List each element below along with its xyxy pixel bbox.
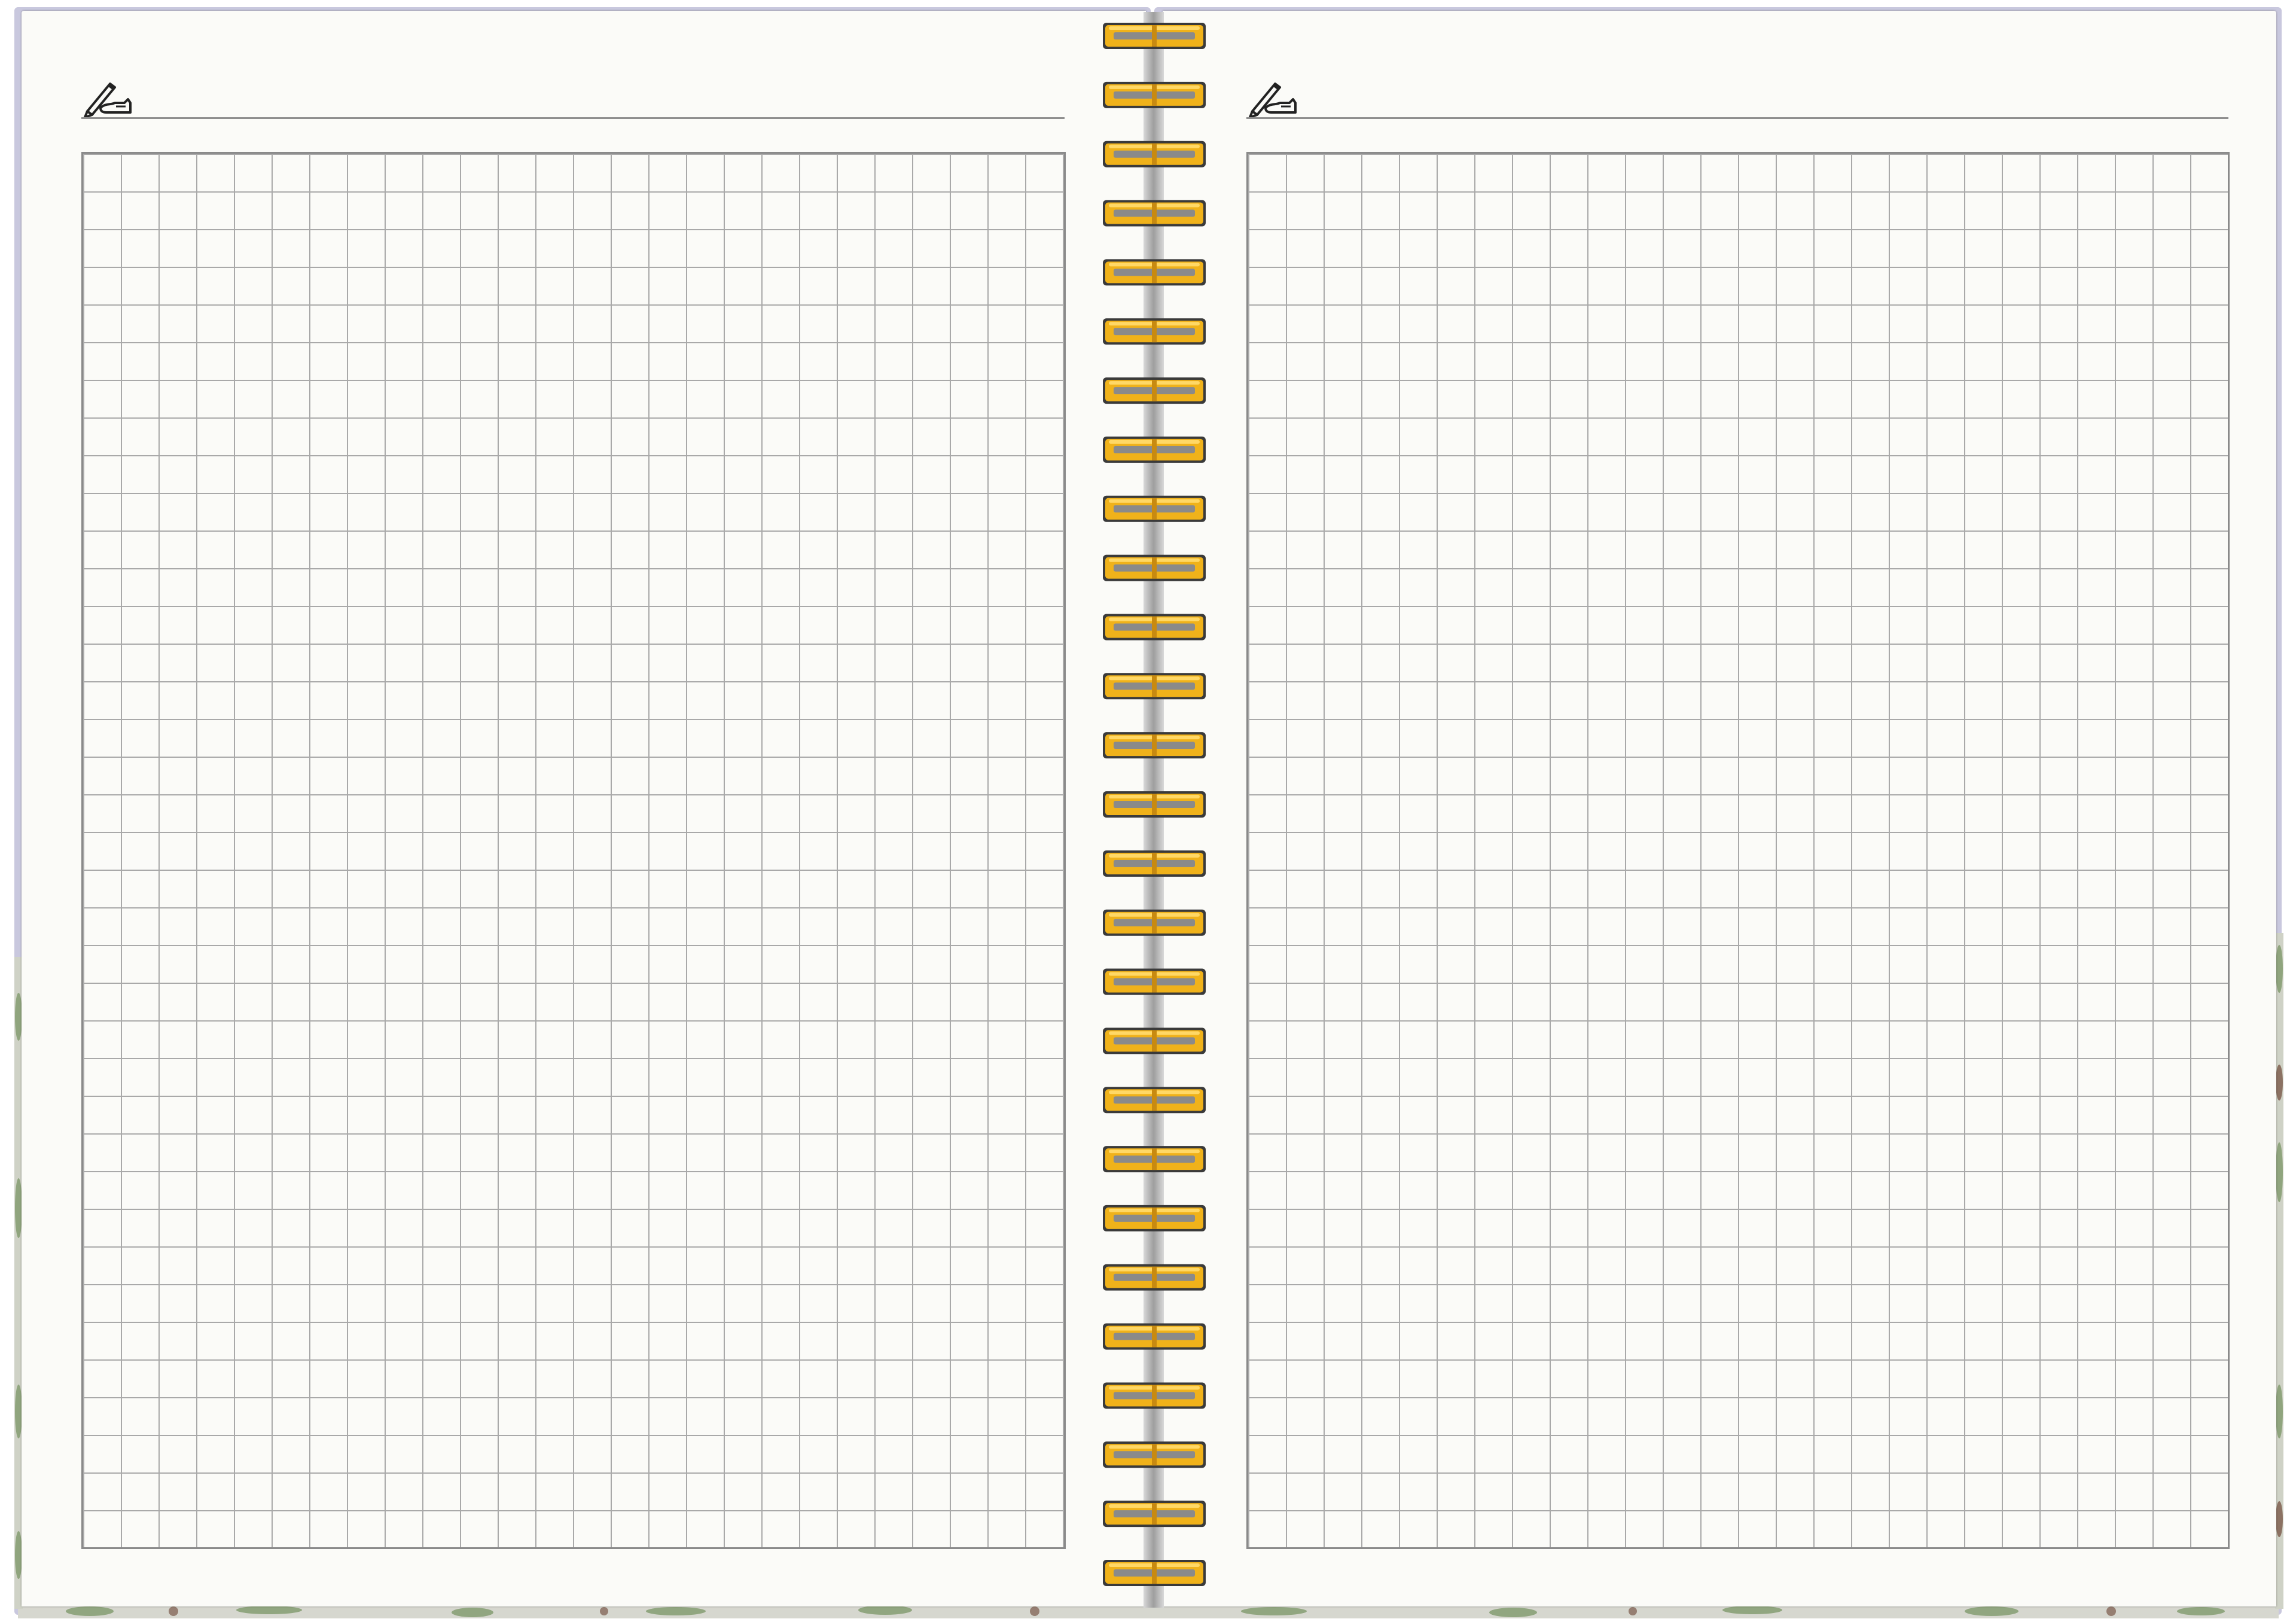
spiral-ring	[1103, 318, 1206, 345]
spiral-ring	[1103, 968, 1206, 995]
right-page	[1163, 11, 2276, 1606]
title-line	[1246, 117, 2228, 119]
spiral-ring	[1103, 141, 1206, 167]
title-line	[81, 117, 1065, 119]
floral-cover-strip-right	[2275, 933, 2283, 1609]
spiral-ring	[1103, 791, 1206, 818]
spiral-ring	[1103, 732, 1206, 759]
spiral-ring	[1103, 1382, 1206, 1409]
spiral-ring	[1103, 436, 1206, 463]
spiral-ring	[1103, 1501, 1206, 1528]
spiral-ring	[1103, 1028, 1206, 1054]
pen-writing-icon	[1248, 77, 1301, 118]
open-spiral-notebook	[0, 0, 2296, 1622]
spiral-ring	[1103, 1264, 1206, 1291]
spiral-ring	[1103, 495, 1206, 522]
spiral-ring	[1103, 614, 1206, 641]
grid-area[interactable]	[1246, 152, 2230, 1549]
spiral-ring	[1103, 1323, 1206, 1350]
spiral-ring	[1103, 377, 1206, 404]
spiral-ring	[1103, 81, 1206, 108]
spiral-ring	[1103, 1560, 1206, 1586]
spiral-ring	[1103, 1087, 1206, 1114]
spiral-ring	[1103, 23, 1206, 49]
spiral-ring	[1103, 1146, 1206, 1173]
spiral-ring	[1103, 1441, 1206, 1468]
grid-area[interactable]	[81, 152, 1066, 1549]
pen-writing-icon	[83, 77, 136, 118]
spiral-ring	[1103, 673, 1206, 700]
spiral-ring	[1103, 259, 1206, 286]
spiral-ring	[1103, 554, 1206, 581]
spiral-binding	[1103, 23, 1206, 1586]
spiral-ring	[1103, 850, 1206, 877]
spiral-ring	[1103, 1205, 1206, 1231]
left-page	[22, 11, 1146, 1606]
spiral-ring	[1103, 909, 1206, 936]
spiral-ring	[1103, 200, 1206, 227]
